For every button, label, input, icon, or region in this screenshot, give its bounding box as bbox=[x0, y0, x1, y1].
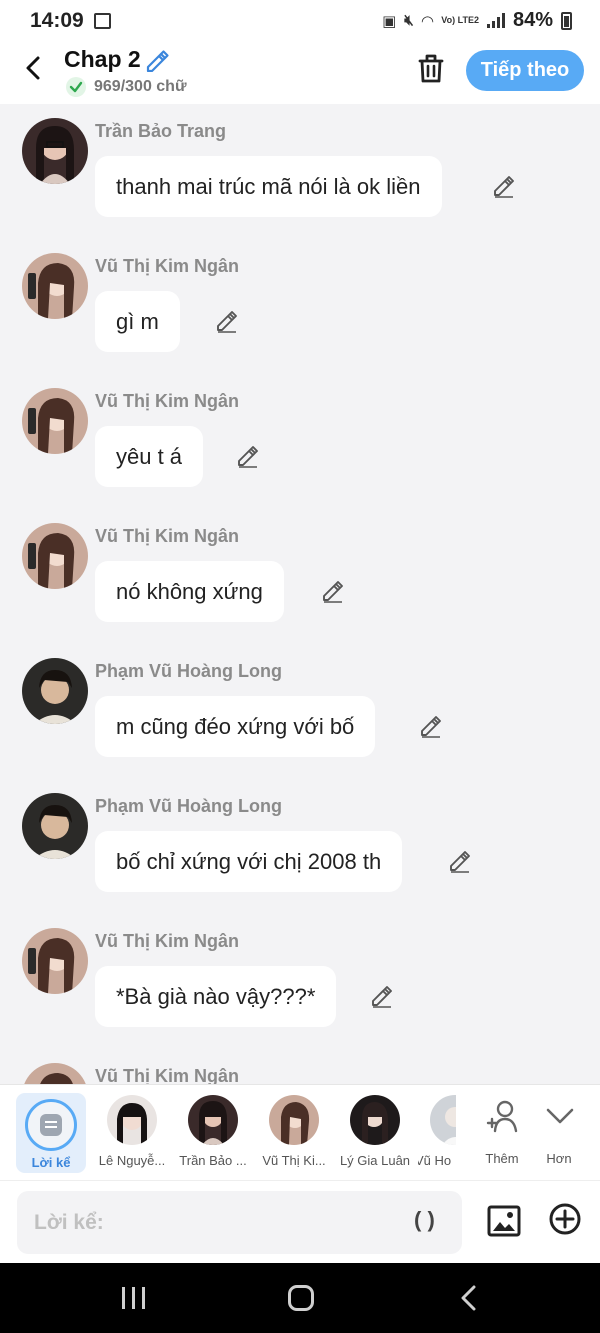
status-right: ▣ 🔇︎ ◠ Vo) LTE2 84% bbox=[382, 9, 572, 32]
avatar bbox=[269, 1095, 319, 1145]
narrator-button[interactable]: Lời kể bbox=[16, 1093, 86, 1173]
message-bubble[interactable]: m cũng đéo xứng với bố bbox=[95, 696, 376, 757]
chapter-title: Chap 2 bbox=[64, 46, 141, 72]
character-name: Vũ Thị Ki... bbox=[262, 1153, 326, 1168]
edit-message-icon[interactable] bbox=[321, 579, 345, 603]
chat-message: Vũ Thị Kim Ngân bbox=[0, 1049, 600, 1084]
avatar bbox=[188, 1095, 238, 1145]
add-label: Thêm bbox=[485, 1151, 519, 1166]
avatar[interactable] bbox=[22, 118, 88, 184]
character-selector: Lời kể Lê Nguyễ... Trần Bảo ... Vũ Thị K… bbox=[0, 1084, 600, 1180]
nav-back-icon[interactable] bbox=[458, 1285, 480, 1311]
app-header: Chap 2 969/300 chữ Tiếp theo bbox=[0, 42, 600, 104]
character-item[interactable]: Vũ Thị Ki... bbox=[254, 1093, 334, 1173]
image-icon[interactable] bbox=[486, 1203, 522, 1239]
edit-message-icon[interactable] bbox=[370, 984, 394, 1008]
avatar[interactable] bbox=[22, 658, 88, 724]
chat-message: Phạm Vũ Hoàng Long bố chỉ xứng với chị 2… bbox=[0, 779, 600, 914]
narrator-icon bbox=[25, 1099, 77, 1151]
parenthesis-button[interactable]: ( ) bbox=[414, 1207, 435, 1233]
battery-percent: 84% bbox=[512, 9, 553, 31]
message-sender: Vũ Thị Kim Ngân bbox=[95, 931, 239, 951]
avatar[interactable] bbox=[22, 793, 88, 859]
chat-message: Vũ Thị Kim Ngân *Bà già nào vậy???* bbox=[0, 914, 600, 1049]
narrator-label: Lời kể bbox=[31, 1155, 71, 1170]
character-name: Vũ Ho bbox=[418, 1153, 452, 1168]
edit-message-icon[interactable] bbox=[448, 849, 472, 873]
avatar[interactable] bbox=[22, 523, 88, 589]
avatar[interactable] bbox=[22, 928, 88, 994]
message-bubble[interactable]: yêu t á bbox=[95, 426, 204, 487]
add-circle-icon[interactable] bbox=[547, 1201, 583, 1237]
message-sender: Phạm Vũ Hoàng Long bbox=[95, 661, 282, 681]
character-item[interactable]: Vũ Ho bbox=[418, 1085, 456, 1181]
message-sender: Vũ Thị Kim Ngân bbox=[95, 526, 239, 546]
recent-apps-icon[interactable] bbox=[121, 1287, 147, 1309]
trash-icon[interactable] bbox=[416, 52, 446, 84]
avatar bbox=[107, 1095, 157, 1145]
chat-message: Trần Bảo Trang thanh mai trúc mã nói là … bbox=[0, 104, 600, 239]
avatar[interactable] bbox=[22, 253, 88, 319]
home-icon[interactable] bbox=[288, 1285, 314, 1311]
avatar bbox=[430, 1095, 456, 1145]
message-bubble[interactable]: gì m bbox=[95, 291, 180, 352]
message-sender: Vũ Thị Kim Ngân bbox=[95, 391, 239, 411]
chat-list: Trần Bảo Trang thanh mai trúc mã nói là … bbox=[0, 104, 600, 1084]
character-name: Lý Gia Luân bbox=[339, 1153, 411, 1168]
signal-icon bbox=[486, 13, 505, 28]
next-button[interactable]: Tiếp theo bbox=[466, 50, 584, 91]
character-item[interactable]: Trần Bảo ... bbox=[173, 1093, 253, 1173]
system-nav-bar bbox=[0, 1263, 600, 1333]
message-sender: Vũ Thị Kim Ngân bbox=[95, 1066, 239, 1084]
character-name: Trần Bảo ... bbox=[179, 1153, 247, 1168]
character-item[interactable]: Lê Nguyễ... bbox=[92, 1093, 172, 1173]
edit-message-icon[interactable] bbox=[492, 174, 516, 198]
add-person-icon bbox=[486, 1100, 518, 1133]
chat-message: Vũ Thị Kim Ngân nó không xứng bbox=[0, 509, 600, 644]
avatar bbox=[350, 1095, 400, 1145]
chat-message: Vũ Thị Kim Ngân yêu t á bbox=[0, 374, 600, 509]
character-name: Lê Nguyễ... bbox=[98, 1153, 166, 1168]
message-sender: Vũ Thị Kim Ngân bbox=[95, 256, 239, 276]
edit-message-icon[interactable] bbox=[215, 309, 239, 333]
message-bubble[interactable]: nó không xứng bbox=[95, 561, 284, 622]
screen-record-icon: ▣ bbox=[382, 12, 397, 30]
compose-bar: ( ) bbox=[0, 1180, 600, 1263]
chat-message: Phạm Vũ Hoàng Long m cũng đéo xứng với b… bbox=[0, 644, 600, 779]
back-arrow-icon[interactable] bbox=[20, 54, 48, 82]
avatar[interactable] bbox=[22, 388, 88, 454]
message-bubble[interactable]: bố chỉ xứng với chị 2008 th bbox=[95, 831, 403, 892]
avatar[interactable] bbox=[22, 1063, 88, 1084]
word-count: 969/300 chữ bbox=[94, 78, 187, 95]
wifi-icon: ◠ bbox=[421, 12, 434, 30]
character-item[interactable]: Lý Gia Luân bbox=[335, 1093, 415, 1173]
more-button[interactable]: Hơn bbox=[531, 1093, 587, 1173]
character-item-partial: Vũ Ho bbox=[418, 1093, 456, 1173]
narration-input[interactable] bbox=[17, 1191, 462, 1254]
chevron-down-icon bbox=[546, 1108, 574, 1124]
battery-icon bbox=[561, 11, 572, 30]
message-sender: Trần Bảo Trang bbox=[95, 121, 227, 141]
message-sender: Phạm Vũ Hoàng Long bbox=[95, 796, 282, 816]
edit-message-icon[interactable] bbox=[419, 714, 443, 738]
check-icon bbox=[66, 77, 86, 97]
mute-icon: 🔇︎ bbox=[404, 12, 414, 29]
chat-message: Vũ Thị Kim Ngân gì m bbox=[0, 239, 600, 374]
status-time: 14:09 bbox=[30, 9, 84, 32]
message-bubble[interactable]: *Bà già nào vậy???* bbox=[95, 966, 337, 1027]
gallery-notification-icon bbox=[94, 13, 111, 29]
status-bar: 14:09 ▣ 🔇︎ ◠ Vo) LTE2 84% bbox=[0, 0, 600, 42]
network-type-label: Vo) LTE2 bbox=[441, 15, 479, 25]
edit-message-icon[interactable] bbox=[236, 444, 260, 468]
message-bubble[interactable]: thanh mai trúc mã nói là ok liền bbox=[95, 156, 442, 217]
add-character-button[interactable]: Thêm bbox=[474, 1093, 530, 1173]
edit-title-icon[interactable] bbox=[144, 48, 170, 72]
more-label: Hơn bbox=[546, 1151, 572, 1166]
